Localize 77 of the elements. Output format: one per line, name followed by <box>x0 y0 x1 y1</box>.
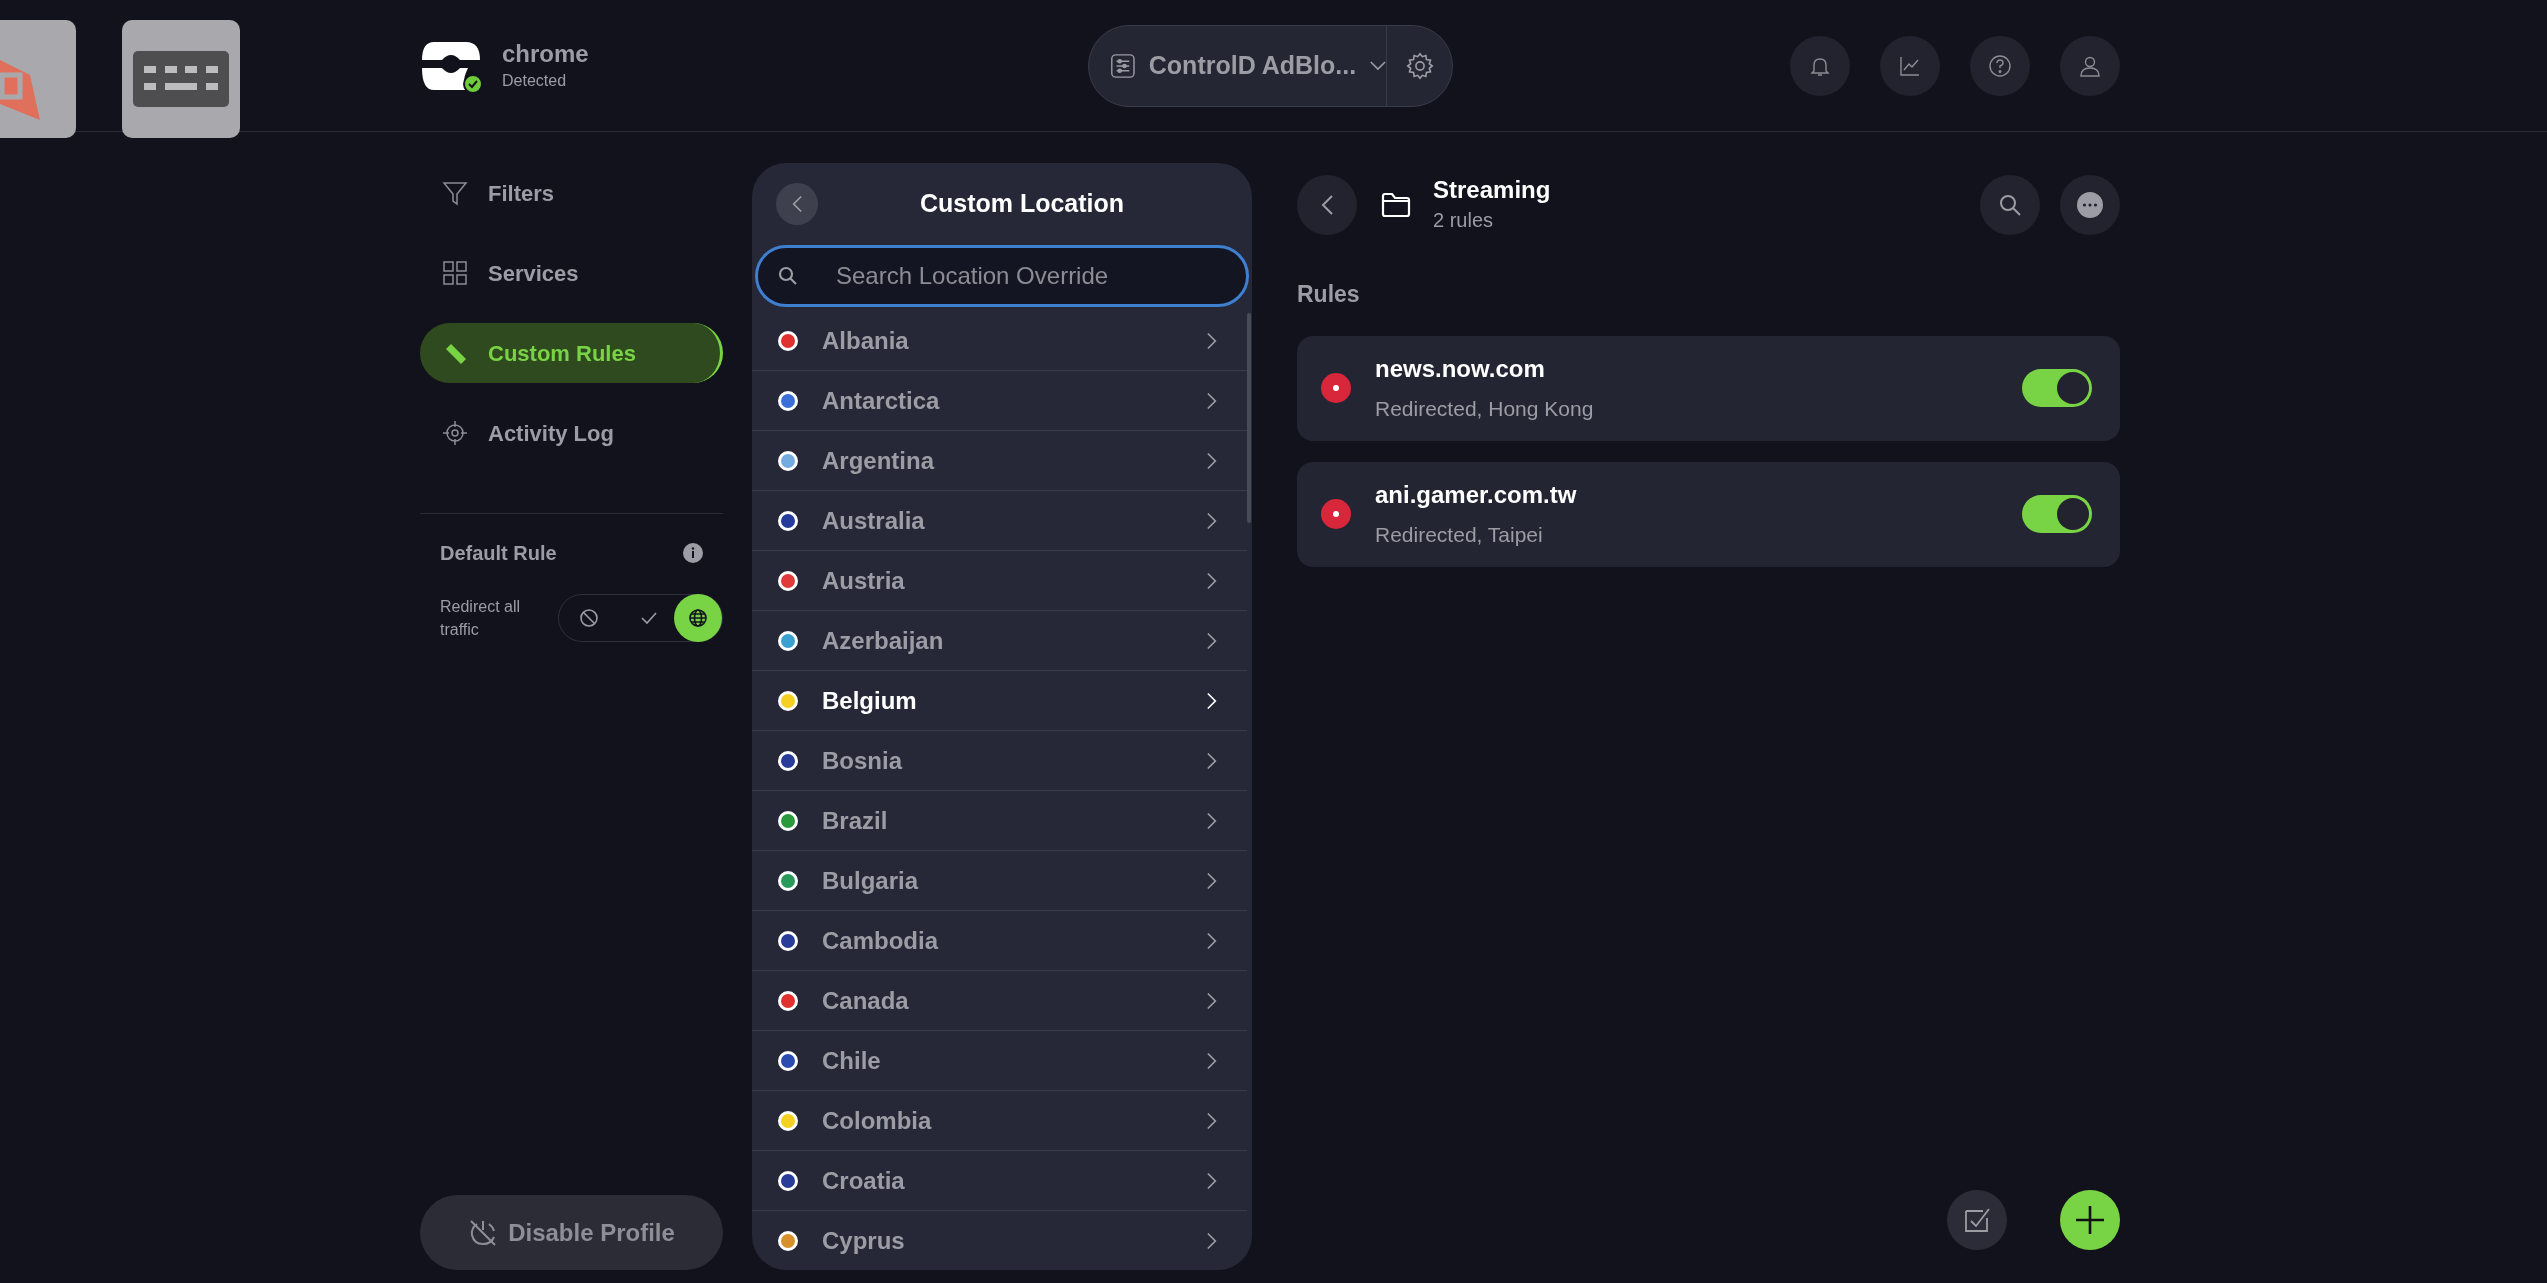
device-status: Detected <box>502 70 568 91</box>
chevron-right-icon <box>1207 571 1217 590</box>
country-row[interactable]: Argentina <box>752 431 1247 491</box>
grid-icon <box>442 260 468 286</box>
chevron-right-icon <box>1207 1171 1217 1190</box>
chevron-right-icon <box>1207 991 1217 1010</box>
profile-name: ControlD AdBlo... <box>1148 49 1357 81</box>
globe-icon <box>687 607 709 629</box>
rule-toggle[interactable] <box>2022 495 2092 533</box>
country-row[interactable]: Azerbaijan <box>752 611 1247 671</box>
chevron-right-icon <box>1207 511 1217 530</box>
chevron-right-icon <box>1207 691 1217 710</box>
rule-detail: Redirected, Taipei <box>1375 522 1544 549</box>
chevron-right-icon <box>1207 1231 1217 1250</box>
chevron-right-icon <box>1207 451 1217 470</box>
chevron-right-icon <box>1207 331 1217 350</box>
crosshair-icon <box>442 420 468 446</box>
profile-selector[interactable]: ControlD AdBlo... <box>1088 24 1453 107</box>
chevron-down-icon <box>1370 59 1386 72</box>
panel-title: Custom Location <box>919 188 1125 220</box>
country-row[interactable]: Cambodia <box>752 911 1247 971</box>
chevron-right-icon <box>1207 931 1217 950</box>
chevron-right-icon <box>1207 871 1217 890</box>
rule-card[interactable]: ani.gamer.com.tw Redirected, Taipei <box>1297 461 2120 567</box>
rule-domain: news.now.com <box>1375 354 1546 385</box>
folder-title: Streaming <box>1433 175 1551 205</box>
chevron-right-icon <box>1207 1051 1217 1070</box>
sidebar-item[interactable]: Filters <box>420 163 723 223</box>
sidebar-item[interactable]: Services <box>420 243 723 303</box>
checkbox-icon <box>1963 1206 1991 1234</box>
chevron-right-icon <box>1207 811 1217 830</box>
chevron-left-icon <box>1321 194 1333 216</box>
chevron-left-icon <box>792 195 802 213</box>
search-icon <box>778 266 798 286</box>
default-rule-label: Redirect all traffic <box>440 596 522 640</box>
folder-icon <box>1381 192 1411 218</box>
country-row[interactable]: Canada <box>752 971 1247 1031</box>
country-row[interactable]: Croatia <box>752 1151 1247 1211</box>
block-icon <box>578 607 600 629</box>
sidebar-item[interactable]: Custom Rules <box>420 323 723 383</box>
country-row[interactable]: Chile <box>752 1031 1247 1091</box>
chevron-right-icon <box>1207 631 1217 650</box>
country-row[interactable]: Albania <box>752 311 1247 371</box>
rule-option-button[interactable] <box>674 594 722 642</box>
disable-profile-button[interactable]: Disable Profile <box>420 1195 723 1270</box>
info-icon[interactable] <box>683 543 703 563</box>
search-icon <box>1998 193 2022 217</box>
keyboard-icon[interactable] <box>122 20 240 138</box>
device-name: chrome <box>502 38 589 69</box>
section-title: Rules <box>1297 280 1361 309</box>
country-row[interactable]: Bosnia <box>752 731 1247 791</box>
country-row[interactable]: Antarctica <box>752 371 1247 431</box>
rule-card[interactable]: news.now.com Redirected, Hong Kong <box>1297 335 2120 441</box>
country-row[interactable]: Belgium <box>752 671 1247 731</box>
country-row[interactable]: Colombia <box>752 1091 1247 1151</box>
location-search-field[interactable]: Search Location Override <box>755 245 1249 307</box>
plus-icon <box>2075 1205 2105 1235</box>
default-rule-title: Default Rule <box>440 541 557 566</box>
help-icon <box>1988 53 2012 78</box>
more-icon <box>2077 192 2103 218</box>
sidebar-item[interactable]: Activity Log <box>420 403 723 463</box>
rule-toggle[interactable] <box>2022 369 2092 407</box>
country-row[interactable]: Australia <box>752 491 1247 551</box>
country-row[interactable]: Cyprus <box>752 1211 1247 1270</box>
filter-icon <box>442 180 468 206</box>
rule-count: 2 rules <box>1433 208 1495 233</box>
rule-detail: Redirected, Hong Kong <box>1375 396 1594 423</box>
chevron-right-icon <box>1207 1111 1217 1130</box>
rule-domain: ani.gamer.com.tw <box>1375 480 1577 511</box>
chevron-right-icon <box>1207 391 1217 410</box>
chevron-right-icon <box>1207 751 1217 770</box>
country-row[interactable]: Bulgaria <box>752 851 1247 911</box>
country-row[interactable]: Austria <box>752 551 1247 611</box>
scrollbar[interactable] <box>1247 313 1251 523</box>
add-button[interactable] <box>2060 1190 2120 1250</box>
country-row[interactable]: Brazil <box>752 791 1247 851</box>
settings-icon[interactable] <box>1405 51 1434 80</box>
